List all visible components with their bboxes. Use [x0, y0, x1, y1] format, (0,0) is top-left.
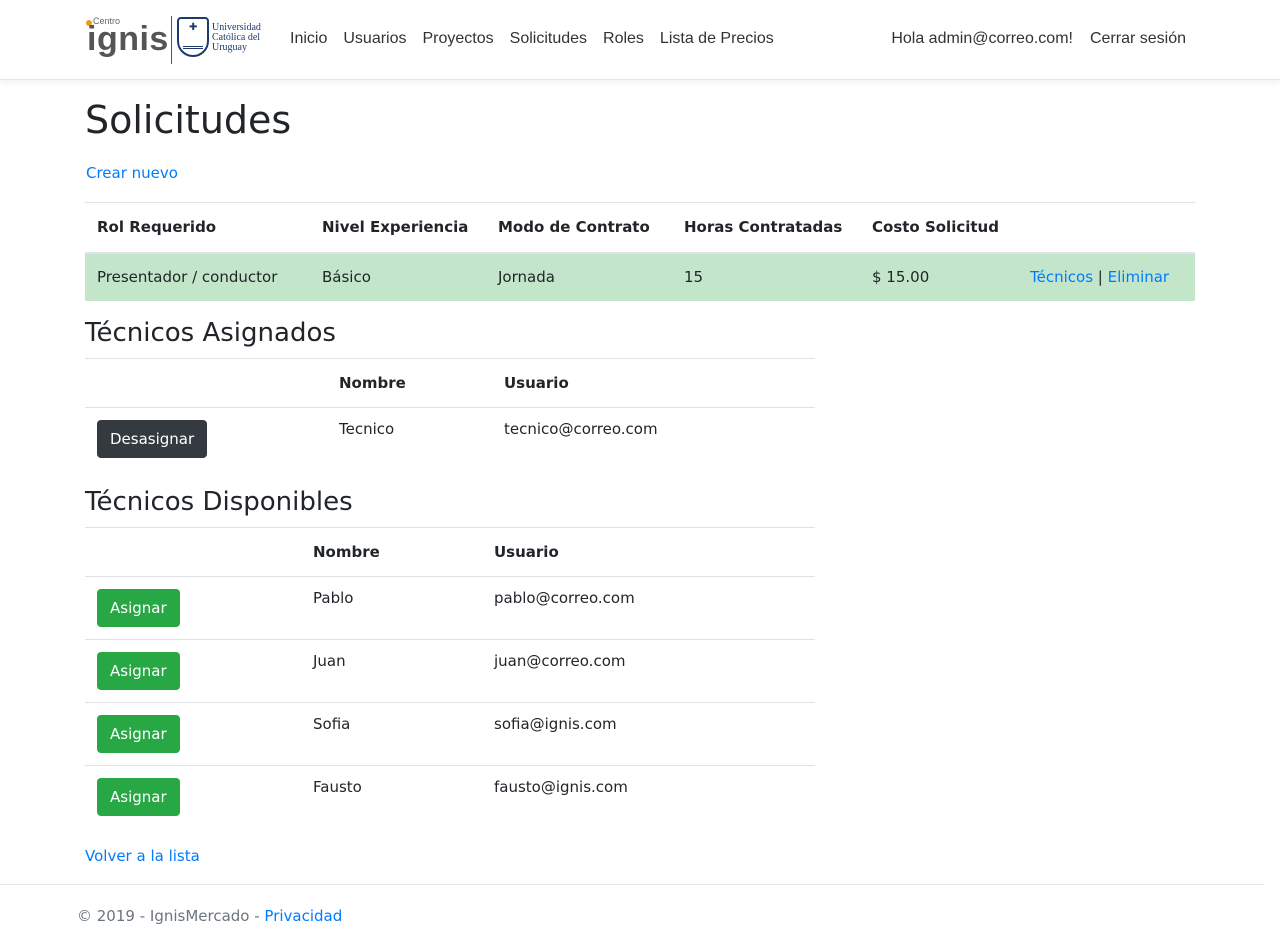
disponibles-title: Técnicos Disponibles: [85, 487, 353, 517]
footer-copyright: © 2019 - IgnisMercado -: [77, 907, 265, 925]
nav-links: Inicio Usuarios Proyectos Solicitudes Ro…: [290, 30, 774, 48]
cell-button: Asignar: [85, 639, 301, 703]
wave-icon: [183, 39, 203, 49]
table-row: Asignar Fausto fausto@ignis.com: [85, 766, 815, 829]
cell-usuario: fausto@ignis.com: [494, 778, 628, 796]
cell-nombre: Pablo: [301, 576, 482, 640]
user-greeting[interactable]: Hola admin@correo.com!: [891, 30, 1073, 48]
navbar: Centro ignis ✚ Universidad Católica del …: [0, 0, 1280, 80]
action-separator: |: [1097, 268, 1103, 286]
table-header-row: Nombre Usuario: [85, 358, 815, 408]
table-row: Asignar Pablo pablo@correo.com: [85, 576, 815, 640]
header-modo: Modo de Contrato: [486, 202, 672, 254]
cell-nombre: Fausto: [313, 778, 362, 796]
brand-name: ignis: [87, 20, 169, 58]
nav-solicitudes[interactable]: Solicitudes: [510, 30, 587, 48]
asignar-button[interactable]: Asignar: [97, 589, 180, 627]
header-rol: Rol Requerido: [85, 202, 310, 254]
header-nivel: Nivel Experiencia: [310, 202, 486, 254]
header-horas: Horas Contratadas: [672, 202, 860, 254]
footer-text: © 2019 - IgnisMercado - Privacidad: [77, 907, 342, 925]
brand-divider: [171, 16, 172, 64]
cell-horas: 15: [672, 252, 860, 301]
university-name: Universidad Católica del Uruguay: [212, 23, 272, 53]
table-row: Desasignar Tecnico tecnico@correo.com: [85, 408, 815, 471]
eliminar-link[interactable]: Eliminar: [1108, 268, 1169, 286]
cell-nivel: Básico: [310, 252, 486, 301]
cell-button: Desasignar: [85, 408, 327, 471]
logout-link[interactable]: Cerrar sesión: [1090, 30, 1186, 48]
header-action: [85, 358, 327, 408]
table-row: Asignar Juan juan@correo.com: [85, 639, 815, 703]
brand-logo[interactable]: Centro ignis ✚ Universidad Católica del …: [86, 14, 267, 64]
table-header-row: Nombre Usuario: [85, 527, 815, 577]
cell-button: Asignar: [85, 576, 301, 640]
cell-nombre: Juan: [301, 639, 482, 703]
cell-nombre: Sofia: [301, 702, 482, 766]
cell-usuario: pablo@correo.com: [482, 576, 815, 640]
nav-proyectos[interactable]: Proyectos: [423, 30, 494, 48]
header-action: [85, 527, 301, 577]
nav-roles[interactable]: Roles: [603, 30, 644, 48]
asignados-table: Nombre Usuario Desasignar Tecnico tecnic…: [85, 358, 815, 471]
asignar-button[interactable]: Asignar: [97, 778, 180, 816]
header-usuario: Usuario: [482, 527, 815, 577]
cell-rol: Presentador / conductor: [85, 252, 310, 301]
cell-usuario: sofia@ignis.com: [482, 702, 815, 766]
cell-usuario: tecnico@correo.com: [504, 420, 658, 438]
nav-usuarios[interactable]: Usuarios: [343, 30, 406, 48]
cell-costo: $ 15.00: [860, 252, 1018, 301]
university-seal-icon: ✚: [177, 17, 209, 57]
university-line-3: Uruguay: [212, 42, 247, 53]
header-costo: Costo Solicitud: [860, 202, 1018, 254]
cell-button: Asignar: [85, 702, 301, 766]
table-header-row: Rol Requerido Nivel Experiencia Modo de …: [85, 202, 1195, 254]
nav-lista-precios[interactable]: Lista de Precios: [660, 30, 774, 48]
header-nombre: Nombre: [301, 527, 482, 577]
asignar-button[interactable]: Asignar: [97, 652, 180, 690]
cell-usuario: juan@correo.com: [482, 639, 815, 703]
table-row: Presentador / conductor Básico Jornada 1…: [85, 252, 1195, 301]
table-row: Asignar Sofia sofia@ignis.com: [85, 702, 815, 766]
header-usuario: Usuario: [492, 358, 815, 408]
nav-inicio[interactable]: Inicio: [290, 30, 327, 48]
cross-icon: ✚: [189, 22, 198, 33]
cell-modo: Jornada: [486, 252, 672, 301]
asignar-button[interactable]: Asignar: [97, 715, 180, 753]
nav-user: Hola admin@correo.com! Cerrar sesión: [891, 30, 1186, 48]
back-to-list-link[interactable]: Volver a la lista: [85, 847, 200, 865]
footer: © 2019 - IgnisMercado - Privacidad: [0, 884, 1264, 945]
header-nombre: Nombre: [327, 358, 492, 408]
disponibles-table: Nombre Usuario Asignar Pablo pablo@corre…: [85, 527, 815, 829]
desasignar-button[interactable]: Desasignar: [97, 420, 208, 458]
privacy-link[interactable]: Privacidad: [264, 907, 342, 925]
tecnicos-link[interactable]: Técnicos: [1030, 268, 1093, 286]
asignados-title: Técnicos Asignados: [85, 318, 336, 348]
cell-button: Asignar: [85, 766, 301, 829]
cell-nombre: Tecnico: [339, 420, 395, 438]
cell-actions: Técnicos | Eliminar: [1018, 252, 1195, 301]
solicitud-table: Rol Requerido Nivel Experiencia Modo de …: [85, 202, 1195, 301]
page-title: Solicitudes: [85, 98, 292, 142]
create-new-link[interactable]: Crear nuevo: [86, 164, 178, 182]
header-actions: [1018, 202, 1195, 254]
